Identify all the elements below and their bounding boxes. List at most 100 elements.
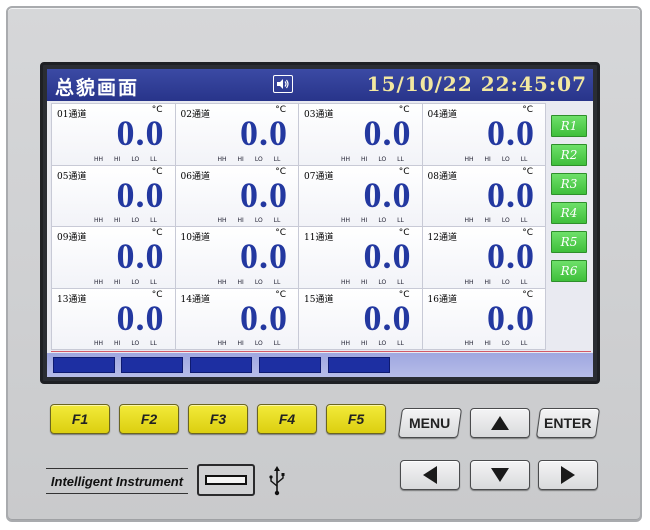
- menu-button-label: MENU: [409, 415, 451, 431]
- channel-cell[interactable]: 14通道 °C 0.0 HH HI LO LL: [175, 288, 299, 350]
- alarm-hh: HH: [464, 278, 474, 286]
- alarm-hi: HI: [361, 340, 368, 347]
- alarm-lo: LO: [131, 155, 140, 163]
- channel-value: 0.0: [116, 113, 165, 153]
- channel-cell[interactable]: 01通道 °C 0.0 HH HI LO LL: [52, 104, 176, 166]
- alarm-lo: LO: [501, 155, 510, 163]
- enter-button[interactable]: ENTER: [535, 408, 601, 438]
- channel-cell[interactable]: 13通道 °C 0.0 HH HI LO LL: [52, 288, 176, 350]
- brand-label: Intelligent Instrument: [46, 468, 188, 494]
- alarm-hh: HH: [341, 278, 351, 286]
- relay-r1[interactable]: R1: [551, 115, 587, 137]
- channel-label: 03通道: [304, 110, 334, 120]
- channel-value: 0.0: [487, 297, 535, 338]
- menu-button[interactable]: MENU: [397, 408, 463, 438]
- alarm-lo: LO: [378, 155, 387, 163]
- f1-button[interactable]: F1: [50, 404, 110, 434]
- down-button[interactable]: [470, 460, 530, 490]
- alarm-ll: LL: [273, 278, 281, 286]
- channel-cell[interactable]: 11通道 °C 0.0 HH HI LO LL: [299, 227, 423, 289]
- alarm-lo: LO: [378, 340, 387, 347]
- channel-cell[interactable]: 08通道 °C 0.0 HH HI LO LL: [422, 165, 546, 227]
- channel-label: 04通道: [427, 110, 457, 120]
- channel-cell[interactable]: 07通道 °C 0.0 HH HI LO LL: [299, 165, 423, 227]
- arrow-down-icon: [491, 468, 509, 482]
- alarm-ll: LL: [150, 340, 157, 347]
- channel-cell[interactable]: 02通道 °C 0.0 HH HI LO LL: [175, 104, 299, 166]
- speaker-icon[interactable]: [273, 75, 293, 93]
- alarm-hi: HI: [237, 278, 244, 286]
- usb-icon: [269, 466, 285, 496]
- f3-button[interactable]: F3: [188, 404, 248, 434]
- alarm-indicators: HH HI LO LL: [465, 156, 539, 163]
- channel-cell[interactable]: 03通道 °C 0.0 HH HI LO LL: [299, 104, 423, 166]
- alarm-hi: HI: [484, 278, 491, 286]
- relay-r3[interactable]: R3: [551, 173, 587, 195]
- channel-value: 0.0: [363, 174, 412, 215]
- channel-label: 10通道: [180, 233, 210, 243]
- alarm-hi: HI: [114, 278, 121, 286]
- right-button[interactable]: [538, 460, 598, 490]
- channel-value: 0.0: [116, 174, 165, 215]
- relay-r2[interactable]: R2: [551, 144, 587, 166]
- arrow-up-icon: [491, 416, 509, 430]
- alarm-hi: HI: [484, 217, 491, 224]
- alarm-ll: LL: [520, 155, 528, 163]
- softkey-slot-2[interactable]: [121, 357, 183, 373]
- channel-label: 09通道: [57, 233, 87, 243]
- alarm-hh: HH: [217, 155, 227, 163]
- softkey-slot-3[interactable]: [190, 357, 252, 373]
- relay-r6[interactable]: R6: [551, 260, 587, 282]
- alarm-indicators: HH HI LO LL: [94, 340, 168, 347]
- softkey-slot-5[interactable]: [328, 357, 390, 373]
- f2-button[interactable]: F2: [119, 404, 179, 434]
- alarm-hi: HI: [237, 217, 244, 224]
- alarm-hi: HI: [484, 340, 491, 347]
- channel-cell[interactable]: 06通道 °C 0.0 HH HI LO LL: [175, 165, 299, 227]
- alarm-ll: LL: [150, 217, 157, 224]
- f4-button[interactable]: F4: [257, 404, 317, 434]
- channel-value: 0.0: [363, 236, 412, 276]
- channel-cell[interactable]: 12通道 °C 0.0 HH HI LO LL: [422, 227, 546, 289]
- softkey-slot-4[interactable]: [259, 357, 321, 373]
- channel-value: 0.0: [240, 113, 288, 153]
- relay-r5[interactable]: R5: [551, 231, 587, 253]
- relay-r4[interactable]: R4: [551, 202, 587, 224]
- f5-button[interactable]: F5: [326, 404, 386, 434]
- channel-cell[interactable]: 10通道 °C 0.0 HH HI LO LL: [175, 227, 299, 289]
- alarm-lo: LO: [131, 340, 140, 347]
- alarm-hi: HI: [484, 155, 491, 163]
- channel-label: 08通道: [427, 171, 457, 182]
- alarm-indicators: HH HI LO LL: [341, 156, 415, 163]
- alarm-ll: LL: [150, 278, 157, 286]
- channel-value: 0.0: [363, 297, 412, 338]
- channel-label: 15通道: [304, 294, 334, 305]
- softkey-bar: [47, 353, 593, 377]
- channel-value: 0.0: [363, 113, 412, 153]
- channel-cell[interactable]: 05通道 °C 0.0 HH HI LO LL: [52, 165, 176, 227]
- alarm-hi: HI: [114, 340, 121, 347]
- usb-port[interactable]: [197, 464, 255, 496]
- channel-value: 0.0: [487, 113, 535, 153]
- alarm-hh: HH: [217, 340, 227, 347]
- channel-cell[interactable]: 09通道 °C 0.0 HH HI LO LL: [52, 227, 176, 289]
- alarm-indicators: HH HI LO LL: [465, 279, 539, 286]
- channel-cell[interactable]: 16通道 °C 0.0 HH HI LO LL: [422, 288, 546, 350]
- enter-button-label: ENTER: [544, 415, 592, 431]
- alarm-hh: HH: [464, 217, 474, 224]
- display-screen: 总貌画面 15/10/22 22:45:07 01通道 °C 0.0 HH HI L…: [47, 69, 593, 377]
- channel-label: 13通道: [57, 294, 87, 305]
- alarm-ll: LL: [273, 217, 281, 224]
- left-button[interactable]: [400, 460, 460, 490]
- date-time-display: 15/10/22 22:45:07: [366, 72, 587, 96]
- channel-cell[interactable]: 15通道 °C 0.0 HH HI LO LL: [299, 288, 423, 350]
- channel-cell[interactable]: 04通道 °C 0.0 HH HI LO LL: [422, 104, 546, 166]
- softkey-slot-1[interactable]: [53, 357, 115, 373]
- alarm-lo: LO: [501, 278, 510, 286]
- usb-port-slot: [205, 475, 247, 485]
- up-button[interactable]: [470, 408, 530, 438]
- alarm-lo: LO: [131, 217, 140, 224]
- alarm-indicators: HH HI LO LL: [218, 217, 292, 224]
- alarm-ll: LL: [397, 217, 404, 224]
- alarm-hh: HH: [94, 278, 104, 286]
